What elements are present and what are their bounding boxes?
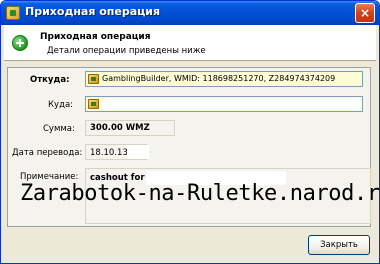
sum-field: 300.00 WMZ	[85, 120, 175, 136]
from-value: GamblingBuilder, WMID: 118698251270, Z28…	[102, 74, 336, 83]
purse-icon	[88, 74, 99, 84]
window-title: Приходная операция	[25, 5, 161, 18]
wallet-icon	[6, 6, 20, 20]
to-label: Куда:	[48, 100, 74, 110]
watermark-text: Zarabotok-na-Ruletke.narod.ru	[20, 181, 380, 206]
header-subtitle: Детали операции приведены ниже	[47, 46, 206, 56]
date-value: 18.10.13	[90, 148, 128, 158]
title-bar[interactable]: Приходная операция ×	[1, 1, 379, 25]
dialog-header: Приходная операция Детали операции приве…	[4, 25, 376, 61]
header-title: Приходная операция	[40, 32, 151, 42]
from-label: Откуда:	[30, 75, 70, 85]
from-field[interactable]: GamblingBuilder, WMID: 118698251270, Z28…	[85, 71, 363, 87]
purse-icon	[88, 99, 99, 109]
date-label: Дата перевода:	[12, 148, 83, 158]
add-plus-icon	[12, 35, 28, 51]
close-button[interactable]: Закрыть	[308, 235, 370, 255]
redaction-mask	[127, 145, 149, 159]
to-value	[102, 98, 360, 110]
to-field[interactable]	[85, 96, 363, 112]
sum-value: 300.00 WMZ	[90, 123, 150, 133]
sum-label: Сумма:	[43, 124, 75, 134]
title-close-button[interactable]: ×	[355, 3, 375, 23]
